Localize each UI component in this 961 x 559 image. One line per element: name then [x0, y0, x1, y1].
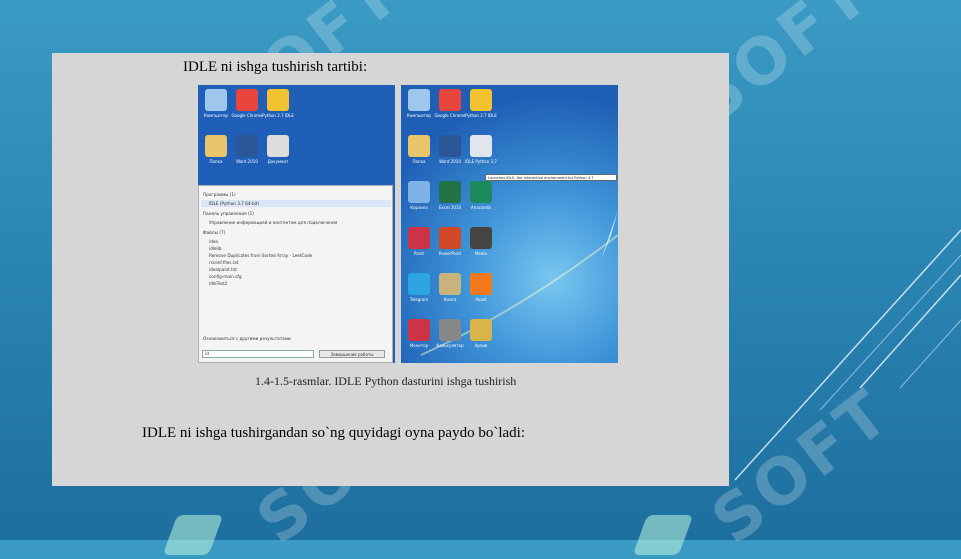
body-text: IDLE ni ishga tushirgandan so`ng quyidag…	[142, 425, 525, 441]
figure-caption: 1.4-1.5-rasmlar. IDLE Python dasturini i…	[255, 374, 517, 388]
desktop-shortcut-label: Excel 2010	[438, 205, 462, 210]
see-more-results-link[interactable]: Ознакомиться с другими результатами	[203, 336, 291, 341]
file-result-item[interactable]: rsconf.files.txt	[209, 260, 239, 265]
chrome-icon	[439, 89, 461, 111]
programs-header: Программы (1)	[203, 192, 236, 197]
desktop-shortcut-label: Папка	[209, 159, 223, 164]
file-result-item[interactable]: idlelib	[209, 246, 222, 251]
file-result-item[interactable]: idealpaint.txt	[209, 267, 237, 272]
screenshot-start-menu: Компьютер Google Chrome Python 2.7 IDLE Пап…	[198, 85, 395, 363]
python-icon	[267, 89, 289, 111]
control-panel-header: Панель управления (1)	[203, 211, 254, 216]
desktop-shortcut-label: Avast	[475, 297, 487, 302]
archive-icon	[470, 319, 492, 341]
folder-icon	[408, 135, 430, 157]
desktop-shortcut-label: Папка	[412, 159, 426, 164]
desktop-shortcut-label: Монитор	[409, 343, 429, 348]
python-icon	[470, 89, 492, 111]
file-result-item[interactable]: IdleTest2	[209, 281, 228, 286]
anaconda-icon	[470, 181, 492, 203]
desktop-shortcut-label: Документ	[267, 159, 289, 164]
desktop-shortcut-label: Калькулятор	[436, 343, 464, 348]
desktop-shortcut-label: Google Chrome	[434, 113, 466, 118]
file-result-item[interactable]: config-main.cfg	[209, 274, 242, 279]
desktop-shortcut-label: Python 2.7 IDLE	[262, 113, 294, 118]
shutdown-button[interactable]: Завершение работы	[319, 350, 385, 358]
desktop-shortcut-label: IDLE Python 3.7	[465, 159, 497, 164]
desktop-shortcut-label: Python 2.7 IDLE	[465, 113, 497, 118]
desktop-shortcut-label: Media	[474, 251, 487, 256]
idle-tooltip: Launches IDLE, the interactive environme…	[485, 174, 617, 181]
search-value: id	[205, 352, 210, 357]
files-header: Файлы (7)	[203, 230, 226, 235]
desktop-shortcut-label: Архив	[474, 343, 488, 348]
desktop-wallpaper-curve	[420, 210, 618, 356]
start-menu: Программы (1) IDLE (Python 3.7 64-bit) П…	[198, 185, 393, 363]
chrome-icon	[236, 89, 258, 111]
document-icon	[267, 135, 289, 157]
desktop-shortcut-label: PowerPoint	[438, 251, 462, 256]
start-search-input[interactable]: id	[202, 350, 314, 358]
paint-icon	[408, 227, 430, 249]
computer-icon	[408, 89, 430, 111]
powerpoint-icon	[439, 227, 461, 249]
desktop-shortcut-label: Telegram	[409, 297, 429, 302]
monitor-icon	[408, 319, 430, 341]
document-title: IDLE ni ishga tushirish tartibi:	[183, 59, 368, 75]
screenshot-desktop: Компьютер Google Chrome Python 2.7 IDLE Пап…	[401, 85, 618, 363]
file-result-item[interactable]: idea	[209, 239, 218, 244]
desktop-shortcut-label: Google Chrome	[231, 113, 263, 118]
document-page: IDLE ni ishga tushirish tartibi: Компьют…	[52, 53, 729, 486]
desktop-shortcut-label: Компьютер	[407, 113, 431, 118]
book-icon	[439, 273, 461, 295]
word-icon	[236, 135, 258, 157]
desktop-shortcut-label: Word 2010	[439, 159, 461, 164]
desktop-shortcut-label: Anaconda	[471, 205, 491, 210]
desktop-shortcut-label: Word 2010	[236, 159, 258, 164]
recycle-bin-icon	[408, 181, 430, 203]
telegram-icon	[408, 273, 430, 295]
program-item-idle[interactable]: IDLE (Python 3.7 64-bit)	[209, 201, 259, 206]
file-result-item[interactable]: Remove Duplicates from Sorted Array - Le…	[209, 253, 312, 258]
desktop-shortcut-label: Корзина	[410, 205, 428, 210]
desktop-shortcut-label: Компьютер	[204, 113, 228, 118]
desktop-shortcut-label: Paint	[414, 251, 424, 256]
control-panel-item[interactable]: Управление информацией и контентом для п…	[209, 220, 337, 225]
excel-icon	[439, 181, 461, 203]
idle-icon	[470, 135, 492, 157]
word-icon	[439, 135, 461, 157]
folder-icon	[205, 135, 227, 157]
calculator-icon	[439, 319, 461, 341]
media-icon	[470, 227, 492, 249]
desktop-shortcut-label: Книга	[443, 297, 457, 302]
avast-icon	[470, 273, 492, 295]
computer-icon	[205, 89, 227, 111]
